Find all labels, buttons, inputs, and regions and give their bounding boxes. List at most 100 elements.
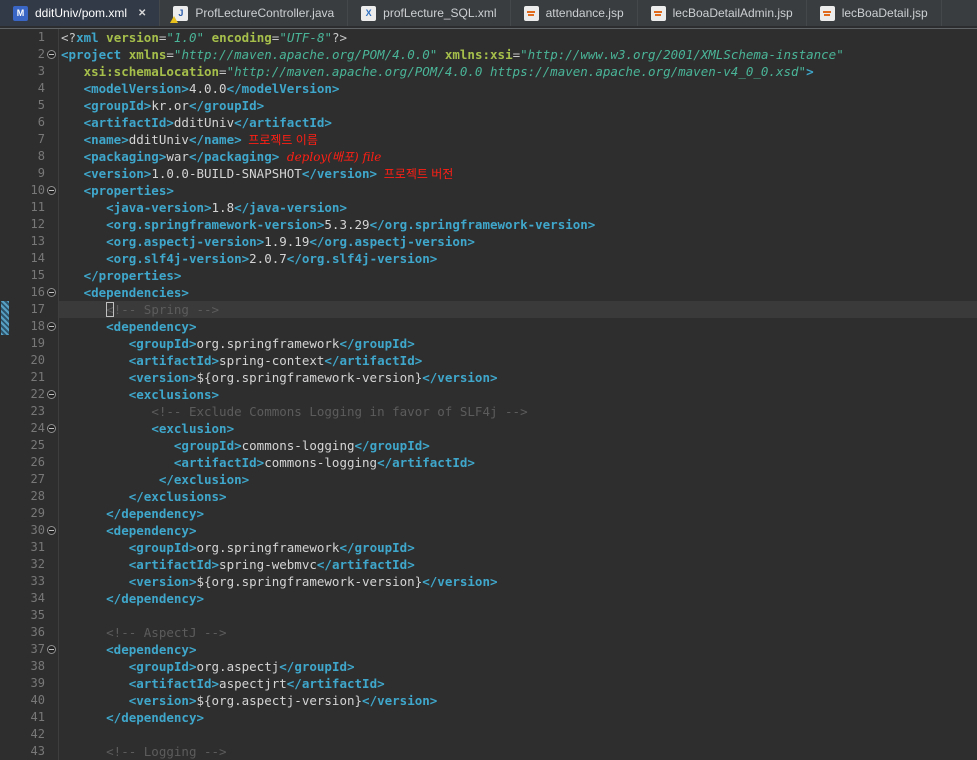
collapse-icon[interactable]: [47, 186, 56, 195]
line-number[interactable]: 35: [10, 607, 45, 624]
line-number[interactable]: 20: [10, 352, 45, 369]
collapse-icon[interactable]: [47, 50, 56, 59]
code-line[interactable]: 30 <dependency>: [0, 522, 977, 539]
line-number[interactable]: 23: [10, 403, 45, 420]
line-number[interactable]: 6: [10, 114, 45, 131]
code-line[interactable]: 31 <groupId>org.springframework</groupId…: [0, 539, 977, 556]
line-number[interactable]: 33: [10, 573, 45, 590]
code-text[interactable]: <!-- Spring -->: [58, 301, 977, 318]
code-line[interactable]: 19 <groupId>org.springframework</groupId…: [0, 335, 977, 352]
code-text[interactable]: [58, 726, 977, 743]
code-line[interactable]: 38 <groupId>org.aspectj</groupId>: [0, 658, 977, 675]
code-text[interactable]: <version>${org.aspectj-version}</version…: [58, 692, 977, 709]
code-line[interactable]: 8 <packaging>war</packaging> deploy(배포) …: [0, 148, 977, 165]
code-text[interactable]: <artifactId>spring-webmvc</artifactId>: [58, 556, 977, 573]
code-text[interactable]: <artifactId>dditUniv</artifactId>: [58, 114, 977, 131]
code-text[interactable]: <dependency>: [58, 318, 977, 335]
line-number[interactable]: 32: [10, 556, 45, 573]
code-text[interactable]: <groupId>org.aspectj</groupId>: [58, 658, 977, 675]
code-text[interactable]: <artifactId>spring-context</artifactId>: [58, 352, 977, 369]
line-number[interactable]: 21: [10, 369, 45, 386]
code-line[interactable]: 7 <name>dditUniv</name> 프로젝트 이름: [0, 131, 977, 148]
code-text[interactable]: <!-- Logging -->: [58, 743, 977, 760]
line-number[interactable]: 18: [10, 318, 45, 335]
code-line[interactable]: 9 <version>1.0.0-BUILD-SNAPSHOT</version…: [0, 165, 977, 182]
code-line[interactable]: 29 </dependency>: [0, 505, 977, 522]
line-number[interactable]: 10: [10, 182, 45, 199]
code-line[interactable]: 32 <artifactId>spring-webmvc</artifactId…: [0, 556, 977, 573]
collapse-icon[interactable]: [47, 390, 56, 399]
line-number[interactable]: 22: [10, 386, 45, 403]
code-line[interactable]: 5 <groupId>kr.or</groupId>: [0, 97, 977, 114]
code-text[interactable]: [58, 607, 977, 624]
code-text[interactable]: </properties>: [58, 267, 977, 284]
line-number[interactable]: 42: [10, 726, 45, 743]
code-text[interactable]: <version>${org.springframework-version}<…: [58, 369, 977, 386]
code-text[interactable]: <groupId>org.springframework</groupId>: [58, 539, 977, 556]
line-number[interactable]: 12: [10, 216, 45, 233]
code-text[interactable]: <groupId>org.springframework</groupId>: [58, 335, 977, 352]
code-text[interactable]: <!-- Exclude Commons Logging in favor of…: [58, 403, 977, 420]
code-line[interactable]: 17 <!-- Spring -->: [0, 301, 977, 318]
editor-tab[interactable]: lecBoaDetailAdmin.jsp: [638, 0, 807, 26]
code-text[interactable]: <groupId>kr.or</groupId>: [58, 97, 977, 114]
code-text[interactable]: <properties>: [58, 182, 977, 199]
code-line[interactable]: 14 <org.slf4j-version>2.0.7</org.slf4j-v…: [0, 250, 977, 267]
code-line[interactable]: 36 <!-- AspectJ -->: [0, 624, 977, 641]
line-number[interactable]: 13: [10, 233, 45, 250]
code-text[interactable]: <exclusion>: [58, 420, 977, 437]
code-line[interactable]: 18 <dependency>: [0, 318, 977, 335]
code-line[interactable]: 25 <groupId>commons-logging</groupId>: [0, 437, 977, 454]
line-number[interactable]: 4: [10, 80, 45, 97]
line-number[interactable]: 25: [10, 437, 45, 454]
line-number[interactable]: 3: [10, 63, 45, 80]
line-number[interactable]: 2: [10, 46, 45, 63]
line-number[interactable]: 29: [10, 505, 45, 522]
line-number[interactable]: 38: [10, 658, 45, 675]
code-text[interactable]: <modelVersion>4.0.0</modelVersion>: [58, 80, 977, 97]
collapse-icon[interactable]: [47, 424, 56, 433]
code-line[interactable]: 16 <dependencies>: [0, 284, 977, 301]
code-text[interactable]: <name>dditUniv</name> 프로젝트 이름: [58, 131, 977, 148]
line-number[interactable]: 15: [10, 267, 45, 284]
code-line[interactable]: 4 <modelVersion>4.0.0</modelVersion>: [0, 80, 977, 97]
code-line[interactable]: 20 <artifactId>spring-context</artifactI…: [0, 352, 977, 369]
collapse-icon[interactable]: [47, 645, 56, 654]
line-number[interactable]: 7: [10, 131, 45, 148]
code-text[interactable]: <packaging>war</packaging> deploy(배포) fi…: [58, 148, 977, 165]
code-line[interactable]: 1 <?xml version="1.0" encoding="UTF-8"?>: [0, 29, 977, 46]
code-line[interactable]: 15 </properties>: [0, 267, 977, 284]
code-editor[interactable]: 1 <?xml version="1.0" encoding="UTF-8"?> 2…: [0, 29, 977, 760]
code-line[interactable]: 13 <org.aspectj-version>1.9.19</org.aspe…: [0, 233, 977, 250]
code-text[interactable]: <artifactId>aspectjrt</artifactId>: [58, 675, 977, 692]
line-number[interactable]: 31: [10, 539, 45, 556]
line-number[interactable]: 27: [10, 471, 45, 488]
line-number[interactable]: 36: [10, 624, 45, 641]
code-line[interactable]: 33 <version>${org.springframework-versio…: [0, 573, 977, 590]
editor-tab[interactable]: attendance.jsp: [511, 0, 638, 26]
editor-tab[interactable]: lecBoaDetail.jsp: [807, 0, 942, 26]
code-line[interactable]: 22 <exclusions>: [0, 386, 977, 403]
editor-tab[interactable]: XprofLecture_SQL.xml: [348, 0, 511, 26]
collapse-icon[interactable]: [47, 288, 56, 297]
code-text[interactable]: <?xml version="1.0" encoding="UTF-8"?>: [58, 29, 977, 46]
line-number[interactable]: 8: [10, 148, 45, 165]
code-line[interactable]: 23 <!-- Exclude Commons Logging in favor…: [0, 403, 977, 420]
code-text[interactable]: <project xmlns="http://maven.apache.org/…: [58, 46, 977, 63]
code-line[interactable]: 37 <dependency>: [0, 641, 977, 658]
code-text[interactable]: </dependency>: [58, 505, 977, 522]
code-line[interactable]: 6 <artifactId>dditUniv</artifactId>: [0, 114, 977, 131]
collapse-icon[interactable]: [47, 322, 56, 331]
code-text[interactable]: <dependencies>: [58, 284, 977, 301]
line-number[interactable]: 14: [10, 250, 45, 267]
collapse-icon[interactable]: [47, 526, 56, 535]
code-line[interactable]: 34 </dependency>: [0, 590, 977, 607]
code-text[interactable]: <org.aspectj-version>1.9.19</org.aspectj…: [58, 233, 977, 250]
code-line[interactable]: 42: [0, 726, 977, 743]
code-text[interactable]: <org.springframework-version>5.3.29</org…: [58, 216, 977, 233]
code-text[interactable]: <groupId>commons-logging</groupId>: [58, 437, 977, 454]
code-text[interactable]: <java-version>1.8</java-version>: [58, 199, 977, 216]
line-number[interactable]: 11: [10, 199, 45, 216]
line-number[interactable]: 34: [10, 590, 45, 607]
line-number[interactable]: 28: [10, 488, 45, 505]
